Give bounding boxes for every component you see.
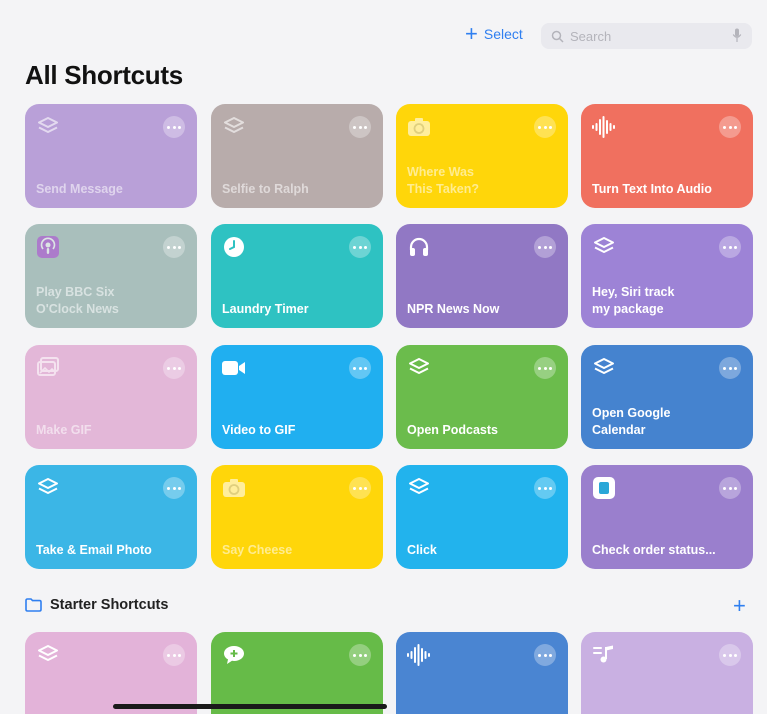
search-field[interactable]: Search bbox=[541, 23, 752, 49]
shortcut-name: NPR News Now bbox=[407, 302, 500, 317]
shortcut-card[interactable]: Say Cheese bbox=[211, 465, 383, 569]
shortcut-name: Hey, Siri track my package bbox=[592, 285, 675, 317]
starter-shortcut-card[interactable] bbox=[211, 632, 383, 714]
waveform-icon bbox=[591, 114, 617, 140]
more-options-icon[interactable] bbox=[349, 477, 371, 499]
camera-icon bbox=[221, 475, 247, 501]
shortcut-card[interactable]: Check order status... bbox=[581, 465, 753, 569]
starter-shortcut-card[interactable] bbox=[396, 632, 568, 714]
starter-shortcuts-title: Starter Shortcuts bbox=[50, 597, 169, 613]
shortcut-name: Where Was This Taken? bbox=[407, 165, 480, 197]
shortcut-name: Make GIF bbox=[36, 423, 92, 438]
starter-shortcut-card[interactable] bbox=[25, 632, 197, 714]
shortcut-card[interactable]: Click bbox=[396, 465, 568, 569]
shortcut-card[interactable]: Play BBC Six O'Clock News bbox=[25, 224, 197, 328]
more-options-icon[interactable] bbox=[534, 116, 556, 138]
layers-icon bbox=[35, 642, 61, 668]
more-options-icon[interactable] bbox=[349, 236, 371, 258]
home-indicator bbox=[113, 704, 387, 709]
more-options-icon[interactable] bbox=[719, 236, 741, 258]
microphone-icon[interactable] bbox=[732, 28, 742, 43]
camera-icon bbox=[406, 114, 432, 140]
shortcut-name: Click bbox=[407, 543, 437, 558]
shortcut-card[interactable]: Open Google Calendar bbox=[581, 345, 753, 449]
add-starter-button[interactable]: + bbox=[733, 595, 746, 617]
shortcut-name: Video to GIF bbox=[222, 423, 296, 438]
plus-icon: + bbox=[465, 21, 478, 46]
folder-icon bbox=[25, 598, 42, 612]
more-options-icon[interactable] bbox=[163, 236, 185, 258]
more-options-icon[interactable] bbox=[534, 477, 556, 499]
layers-icon bbox=[35, 114, 61, 140]
shortcut-name: Check order status... bbox=[592, 543, 716, 558]
shortcut-name: Open Podcasts bbox=[407, 423, 498, 438]
music-queue-icon bbox=[591, 642, 617, 668]
shortcut-card[interactable]: Laundry Timer bbox=[211, 224, 383, 328]
shortcut-name: Send Message bbox=[36, 182, 123, 197]
shortcut-card[interactable]: Turn Text Into Audio bbox=[581, 104, 753, 208]
app-icon bbox=[591, 475, 617, 501]
shortcut-name: Play BBC Six O'Clock News bbox=[36, 285, 119, 317]
shortcut-card[interactable]: NPR News Now bbox=[396, 224, 568, 328]
more-options-icon[interactable] bbox=[719, 644, 741, 666]
starter-shortcut-card[interactable] bbox=[581, 632, 753, 714]
search-placeholder: Search bbox=[570, 28, 612, 44]
select-label: Select bbox=[483, 26, 523, 42]
layers-icon bbox=[221, 114, 247, 140]
more-options-icon[interactable] bbox=[349, 644, 371, 666]
layers-icon bbox=[591, 234, 617, 260]
shortcut-card[interactable]: Where Was This Taken? bbox=[396, 104, 568, 208]
waveform-icon bbox=[406, 642, 432, 668]
more-options-icon[interactable] bbox=[534, 236, 556, 258]
more-options-icon[interactable] bbox=[163, 644, 185, 666]
shortcut-card[interactable]: Take & Email Photo bbox=[25, 465, 197, 569]
more-options-icon[interactable] bbox=[349, 357, 371, 379]
shortcut-card[interactable]: Make GIF bbox=[25, 345, 197, 449]
shortcut-name: Say Cheese bbox=[222, 543, 293, 558]
shortcut-card[interactable]: Selfie to Ralph bbox=[211, 104, 383, 208]
shortcut-name: Selfie to Ralph bbox=[222, 182, 309, 197]
clock-icon bbox=[221, 234, 247, 260]
layers-icon bbox=[35, 475, 61, 501]
photos-icon bbox=[35, 355, 61, 381]
message-icon bbox=[221, 642, 247, 668]
shortcut-card[interactable]: Send Message bbox=[25, 104, 197, 208]
more-options-icon[interactable] bbox=[719, 116, 741, 138]
more-options-icon[interactable] bbox=[163, 116, 185, 138]
shortcut-name: Laundry Timer bbox=[222, 302, 309, 317]
top-bar: + Select Search bbox=[0, 0, 767, 60]
page-title: All Shortcuts bbox=[25, 60, 183, 90]
more-options-icon[interactable] bbox=[163, 477, 185, 499]
more-options-icon[interactable] bbox=[719, 477, 741, 499]
shortcut-name: Open Google Calendar bbox=[592, 406, 671, 438]
more-options-icon[interactable] bbox=[163, 357, 185, 379]
layers-icon bbox=[406, 355, 432, 381]
select-button[interactable]: + Select bbox=[465, 21, 523, 46]
more-options-icon[interactable] bbox=[534, 644, 556, 666]
shortcut-card[interactable]: Hey, Siri track my package bbox=[581, 224, 753, 328]
video-icon bbox=[221, 355, 247, 381]
shortcut-name: Turn Text Into Audio bbox=[592, 182, 712, 197]
search-icon bbox=[551, 30, 564, 43]
podcasts-app-icon bbox=[35, 234, 61, 260]
more-options-icon[interactable] bbox=[534, 357, 556, 379]
more-options-icon[interactable] bbox=[719, 357, 741, 379]
layers-icon bbox=[591, 355, 617, 381]
more-options-icon[interactable] bbox=[349, 116, 371, 138]
headphones-icon bbox=[406, 234, 432, 260]
shortcut-name: Take & Email Photo bbox=[36, 543, 152, 558]
shortcut-card[interactable]: Open Podcasts bbox=[396, 345, 568, 449]
layers-icon bbox=[406, 475, 432, 501]
shortcut-card[interactable]: Video to GIF bbox=[211, 345, 383, 449]
starter-shortcuts-header[interactable]: Starter Shortcuts bbox=[25, 597, 168, 613]
